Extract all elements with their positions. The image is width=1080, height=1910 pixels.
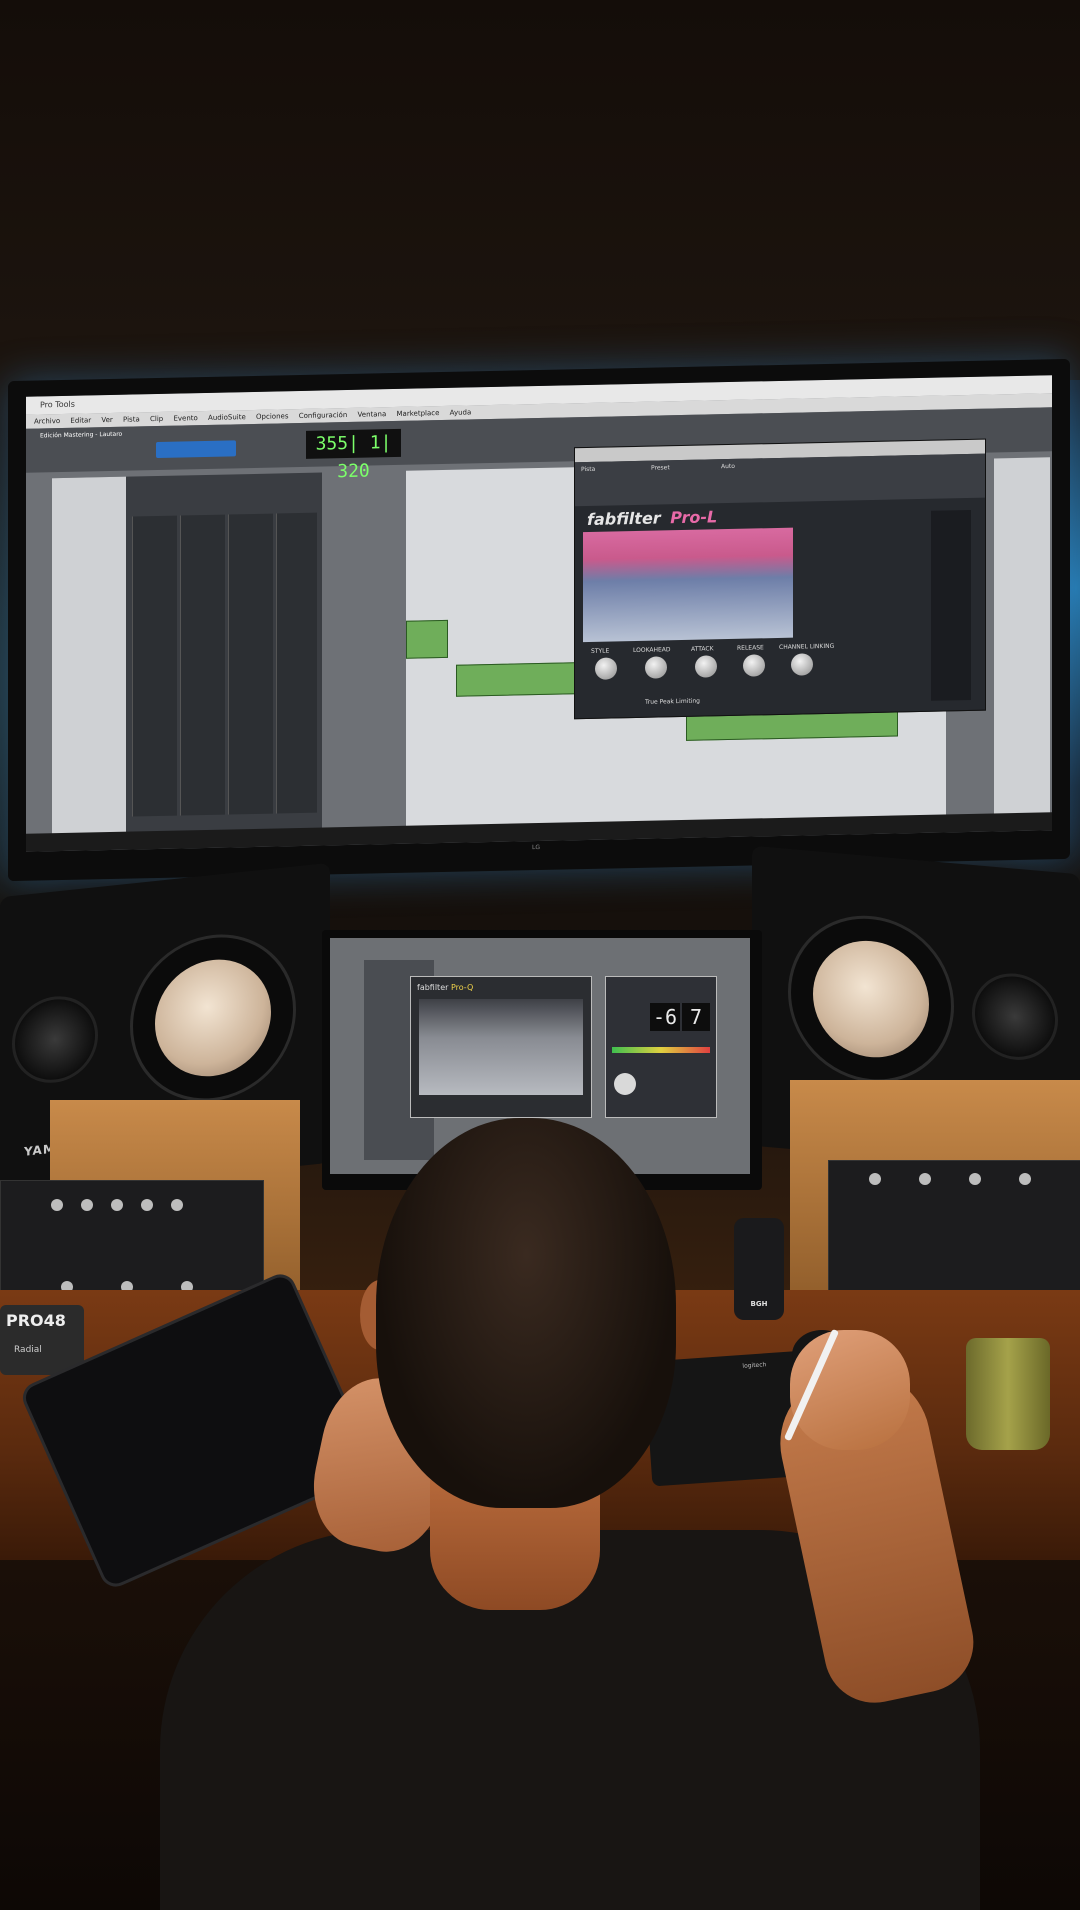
- menu-item[interactable]: Evento: [173, 414, 197, 423]
- menu-item[interactable]: Marketplace: [397, 409, 440, 418]
- menu-item[interactable]: AudioSuite: [208, 413, 246, 422]
- main-counter: 355| 1| 320: [306, 428, 401, 482]
- mixer-strip[interactable]: [228, 513, 273, 815]
- woofer: [130, 926, 296, 1110]
- menu-item[interactable]: Pista: [123, 415, 140, 423]
- di-box-label: PRO48: [6, 1311, 66, 1330]
- tweeter: [12, 992, 98, 1088]
- plugin-brand-text: fabfilter: [587, 508, 661, 529]
- auto-label: Auto: [721, 462, 735, 471]
- channel-linking-knob[interactable]: [791, 653, 813, 676]
- level-meter: [931, 509, 971, 701]
- limiter-waveform: [583, 527, 793, 643]
- mixer-strip[interactable]: [180, 514, 225, 816]
- menu-item[interactable]: Ventana: [358, 410, 387, 419]
- person-head: [376, 1118, 676, 1508]
- menu-item[interactable]: Editar: [70, 416, 91, 424]
- main-monitor: Pro Tools Archivo Editar Ver Pista Clip …: [8, 358, 1070, 882]
- rack-knob[interactable]: [141, 1199, 153, 1211]
- eq-spectrum: [419, 999, 583, 1095]
- remote-brand: BGH: [750, 1300, 768, 1308]
- di-box-brand: Radial: [14, 1345, 42, 1355]
- rack-knob[interactable]: [51, 1199, 63, 1211]
- loudness-bar: [612, 1047, 710, 1053]
- eq-brand-text: fabfilter: [417, 983, 449, 992]
- style-knob[interactable]: [595, 657, 617, 680]
- woofer: [788, 908, 954, 1090]
- mixer-strip[interactable]: [276, 512, 317, 814]
- right-rack-gear: [828, 1160, 1080, 1297]
- clip-list[interactable]: [994, 457, 1050, 829]
- mug: [966, 1338, 1050, 1450]
- audio-clip[interactable]: [406, 619, 448, 659]
- menu-item[interactable]: Opciones: [256, 412, 288, 421]
- rack-knob[interactable]: [969, 1173, 981, 1185]
- monitor-brand: LG: [532, 843, 540, 852]
- rack-knob[interactable]: [81, 1199, 93, 1211]
- menu-item[interactable]: Ayuda: [450, 408, 472, 416]
- track-list[interactable]: [52, 476, 126, 849]
- rack-knob[interactable]: [919, 1173, 931, 1185]
- attack-knob[interactable]: [695, 655, 717, 678]
- preset-label: Preset: [651, 464, 670, 472]
- waves-logo-icon: [614, 1073, 636, 1095]
- mixer-strip[interactable]: [132, 515, 177, 817]
- rack-knob[interactable]: [1019, 1173, 1031, 1185]
- studio-scene: Pro Tools Archivo Editar Ver Pista Clip …: [0, 0, 1080, 1910]
- rack-knob[interactable]: [111, 1199, 123, 1211]
- eq-plugin-window: fabfilter Pro-Q: [410, 976, 592, 1118]
- menu-item[interactable]: Configuración: [299, 411, 348, 420]
- eq-name: Pro-Q: [450, 983, 474, 992]
- rack-knob[interactable]: [869, 1173, 881, 1185]
- main-screen: Pro Tools Archivo Editar Ver Pista Clip …: [26, 375, 1052, 852]
- transport-controls[interactable]: [156, 440, 236, 459]
- menu-item[interactable]: Clip: [150, 415, 163, 423]
- keyboard-brand: logitech: [742, 1361, 767, 1370]
- tweeter: [972, 969, 1058, 1064]
- woofer-cone: [155, 953, 271, 1083]
- plugin-footer: True Peak Limiting: [645, 697, 700, 706]
- knob-label: STYLE: [591, 647, 610, 655]
- menu-item[interactable]: Archivo: [34, 417, 60, 426]
- plugin-brand: fabfilter Pro-L: [587, 507, 717, 529]
- release-knob[interactable]: [743, 654, 765, 677]
- session-title: Edición Mastering - Lautaro: [40, 430, 123, 440]
- lookahead-knob[interactable]: [645, 656, 667, 679]
- eq-brand: fabfilter Pro-Q: [417, 983, 473, 992]
- plugin-window: Pista Preset Auto fabfilter Pro-L STYLE …: [574, 438, 986, 720]
- plugin-name: Pro-L: [670, 507, 718, 528]
- loudness-meter-window: -6 7: [605, 976, 717, 1118]
- plugin-preset-bar: Pista Preset Auto: [575, 453, 985, 507]
- menu-item[interactable]: Ver: [101, 416, 112, 424]
- knob-label: ATTACK: [691, 645, 714, 653]
- loudness-short: -6: [650, 1003, 680, 1031]
- knob-label: LOOKAHEAD: [633, 646, 671, 655]
- woofer-cone: [813, 935, 929, 1063]
- rack-knob[interactable]: [171, 1199, 183, 1211]
- track-label: Pista: [581, 465, 596, 474]
- knob-label: RELEASE: [737, 644, 764, 652]
- tv-remote[interactable]: BGH: [734, 1218, 784, 1320]
- knob-label: CHANNEL LINKING: [779, 642, 835, 651]
- window-title: Pro Tools: [40, 399, 75, 410]
- mixer-window: [52, 472, 322, 849]
- loudness-range: 7: [682, 1003, 710, 1031]
